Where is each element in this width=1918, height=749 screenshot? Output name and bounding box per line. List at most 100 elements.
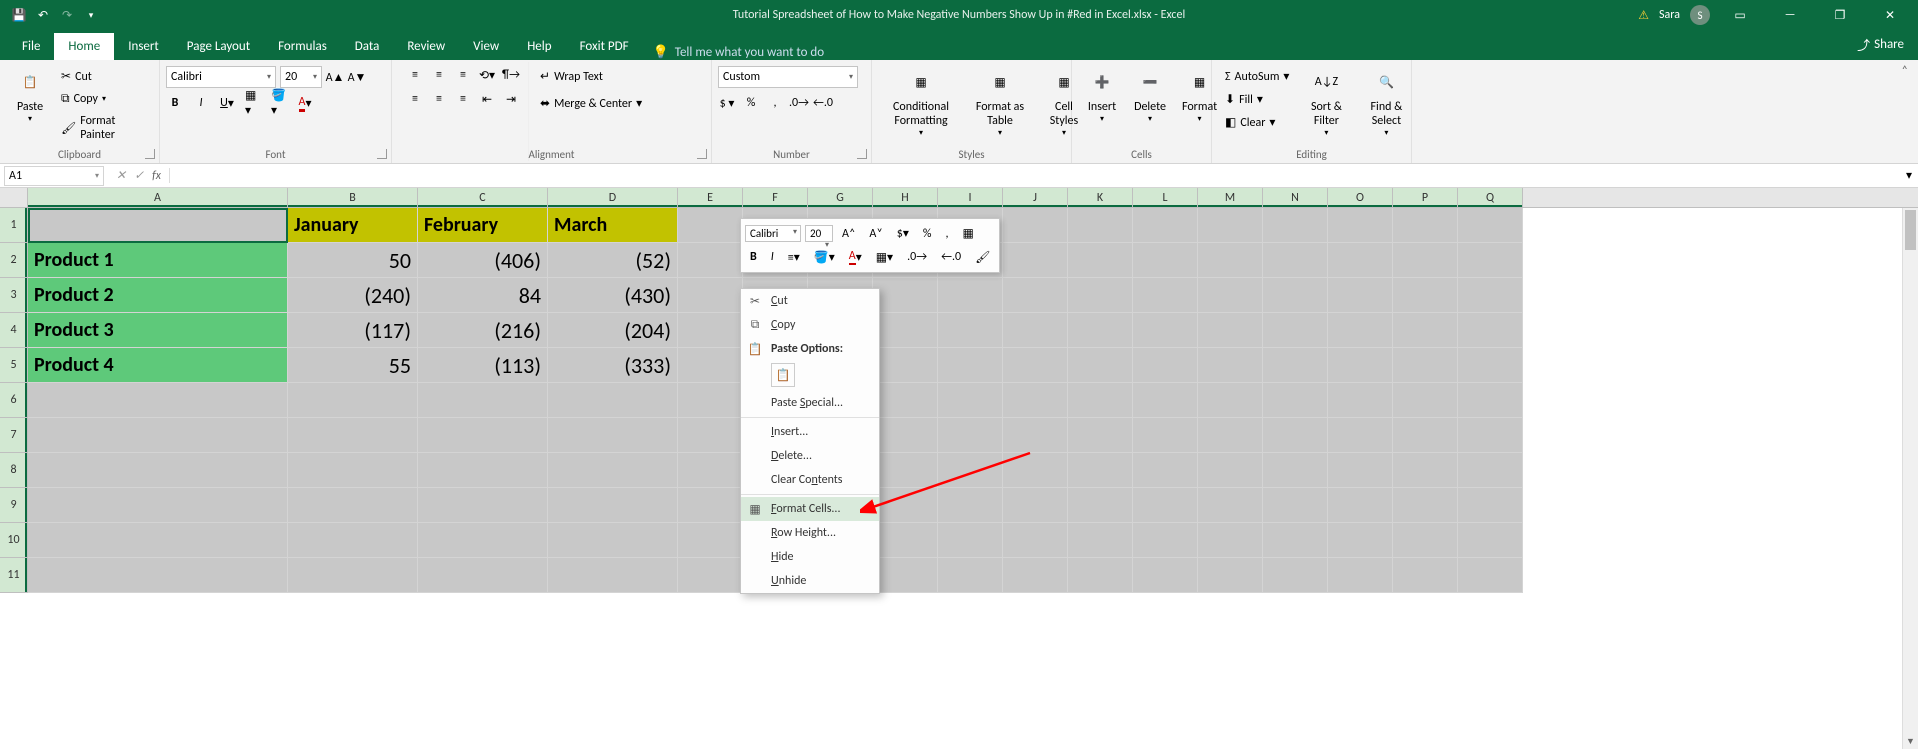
bold-button[interactable]: B	[166, 94, 184, 112]
fill-button[interactable]: ⬇Fill ▾	[1218, 89, 1296, 110]
cell[interactable]	[1003, 558, 1068, 593]
cell[interactable]	[1458, 348, 1523, 383]
cell[interactable]	[1198, 453, 1263, 488]
cell[interactable]	[873, 523, 938, 558]
cell[interactable]	[678, 453, 743, 488]
number-dialog-launcher[interactable]	[857, 149, 867, 159]
cell[interactable]	[418, 558, 548, 593]
cell[interactable]	[28, 558, 288, 593]
cell[interactable]	[1068, 348, 1133, 383]
cell[interactable]	[1458, 453, 1523, 488]
cell[interactable]	[1133, 348, 1198, 383]
cut-button[interactable]: ✂Cut	[54, 66, 153, 87]
cell[interactable]	[28, 418, 288, 453]
cell[interactable]	[1133, 558, 1198, 593]
cell[interactable]	[1068, 418, 1133, 453]
ctx-delete[interactable]: Delete...	[741, 444, 879, 468]
cell[interactable]	[1133, 418, 1198, 453]
cell[interactable]: 50	[288, 243, 418, 278]
cell[interactable]	[1263, 313, 1328, 348]
cell[interactable]	[1263, 348, 1328, 383]
cell[interactable]	[873, 383, 938, 418]
cell[interactable]	[678, 523, 743, 558]
cell[interactable]: Product 3	[28, 313, 288, 348]
cell[interactable]	[28, 208, 288, 243]
cell[interactable]	[1328, 523, 1393, 558]
underline-button[interactable]: U ▾	[218, 94, 236, 112]
mini-font-color-icon[interactable]: A▾	[844, 246, 867, 268]
fill-color-button[interactable]: 🪣▾	[270, 94, 288, 112]
row-header[interactable]: 8	[0, 453, 28, 488]
decrease-indent-icon[interactable]: ⇤	[478, 90, 496, 108]
alignment-dialog-launcher[interactable]	[697, 149, 707, 159]
wrap-text-button[interactable]: ↵Wrap Text	[533, 66, 649, 87]
col-header-H[interactable]: H	[873, 188, 938, 207]
cell[interactable]	[938, 453, 1003, 488]
cell[interactable]	[418, 418, 548, 453]
cell[interactable]	[1328, 348, 1393, 383]
cell[interactable]	[1458, 523, 1523, 558]
cell[interactable]	[1393, 313, 1458, 348]
cell[interactable]	[548, 523, 678, 558]
cell[interactable]	[938, 418, 1003, 453]
close-icon[interactable]: ✕	[1870, 0, 1910, 30]
cell[interactable]	[1198, 383, 1263, 418]
cell[interactable]: (113)	[418, 348, 548, 383]
cell[interactable]	[1393, 558, 1458, 593]
cell[interactable]	[873, 348, 938, 383]
cell[interactable]	[1263, 418, 1328, 453]
cell[interactable]	[1068, 558, 1133, 593]
cell[interactable]	[1458, 208, 1523, 243]
col-header-B[interactable]: B	[288, 188, 418, 207]
cell[interactable]	[1133, 278, 1198, 313]
scroll-down-icon[interactable]: ▼	[1903, 733, 1918, 749]
cell[interactable]	[548, 558, 678, 593]
cell[interactable]	[418, 523, 548, 558]
cell[interactable]	[1068, 278, 1133, 313]
cancel-formula-icon[interactable]: ✕	[116, 168, 126, 183]
mini-align-icon[interactable]: ≡▾	[783, 247, 805, 268]
scrollbar-thumb[interactable]	[1905, 210, 1916, 250]
cell[interactable]	[1198, 278, 1263, 313]
format-as-table-button[interactable]: ▦Format as Table▾	[964, 62, 1036, 161]
mini-font-name[interactable]: Calibri	[745, 225, 801, 242]
row-header[interactable]: 9	[0, 488, 28, 523]
select-all-button[interactable]	[0, 188, 28, 207]
cell[interactable]	[1393, 383, 1458, 418]
expand-formula-bar-icon[interactable]: ▾	[1900, 168, 1918, 183]
align-center-icon[interactable]: ≡	[430, 90, 448, 108]
cell[interactable]	[1393, 523, 1458, 558]
cell[interactable]	[1458, 488, 1523, 523]
cell[interactable]	[1263, 243, 1328, 278]
tab-home[interactable]: Home	[54, 33, 114, 60]
ctx-format-cells[interactable]: ▦Format Cells...	[741, 497, 879, 521]
cell[interactable]	[678, 418, 743, 453]
cell[interactable]	[1328, 453, 1393, 488]
cell[interactable]	[1198, 558, 1263, 593]
col-header-E[interactable]: E	[678, 188, 743, 207]
mini-italic-icon[interactable]: I	[766, 247, 779, 267]
cell[interactable]: February	[418, 208, 548, 243]
cell[interactable]	[1068, 313, 1133, 348]
cell[interactable]	[1003, 418, 1068, 453]
cell[interactable]	[1458, 383, 1523, 418]
autosum-button[interactable]: ΣAutoSum ▾	[1218, 66, 1296, 87]
mini-increase-font-icon[interactable]: A˄	[837, 224, 860, 244]
ribbon-display-options-icon[interactable]: ▭	[1720, 0, 1760, 30]
col-header-N[interactable]: N	[1263, 188, 1328, 207]
row-header[interactable]: 4	[0, 313, 28, 348]
cell[interactable]	[873, 418, 938, 453]
cell[interactable]	[1003, 453, 1068, 488]
redo-icon[interactable]: ↷	[58, 6, 76, 24]
col-header-J[interactable]: J	[1003, 188, 1068, 207]
cell[interactable]	[288, 558, 418, 593]
cell[interactable]	[1133, 243, 1198, 278]
cell[interactable]	[1328, 558, 1393, 593]
cell[interactable]	[938, 313, 1003, 348]
cell[interactable]	[1263, 383, 1328, 418]
clear-button[interactable]: ◧Clear ▾	[1218, 112, 1296, 133]
cell[interactable]	[1328, 208, 1393, 243]
cell[interactable]	[678, 313, 743, 348]
maximize-icon[interactable]: ❐	[1820, 0, 1860, 30]
cell[interactable]	[678, 383, 743, 418]
